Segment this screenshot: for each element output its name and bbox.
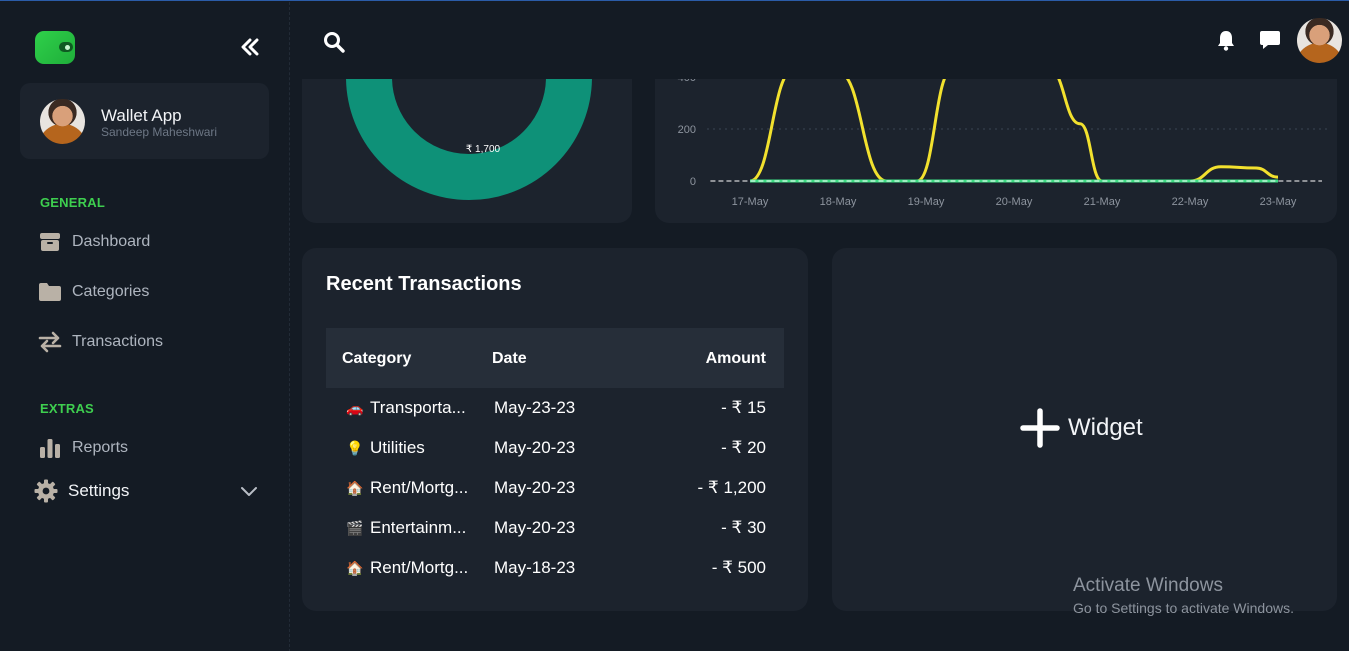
row-date: May-18-23 xyxy=(494,558,576,577)
avatar xyxy=(40,99,85,144)
profile-subtitle: Sandeep Maheshwari xyxy=(101,125,218,139)
sidebar-item-label: Categories xyxy=(72,283,150,300)
row-date: May-20-23 xyxy=(494,438,576,457)
x-tick-label: 22-May xyxy=(1172,196,1209,208)
table-header: Category Date Amount xyxy=(326,328,784,388)
recent-transactions-card: Recent Transactions Category Date Amount… xyxy=(302,248,808,611)
search-icon[interactable] xyxy=(323,31,345,53)
row-category: Entertainm... xyxy=(370,518,467,537)
table-row[interactable]: 💡 Utilities May-20-23 - ₹ 20 xyxy=(326,428,784,468)
add-widget-label: Widget xyxy=(1068,414,1143,441)
wallet-logo-icon[interactable] xyxy=(35,31,75,64)
section-label-extras: EXTRAS xyxy=(40,401,94,416)
row-category: Rent/Mortg... xyxy=(370,478,469,497)
series-line[interactable] xyxy=(749,79,1279,183)
x-tick-label: 17-May xyxy=(732,196,769,208)
add-widget-card: Widget xyxy=(832,248,1337,611)
y-tick-label: 0 xyxy=(690,176,696,188)
sidebar: Wallet App Sandeep Maheshwari GENERAL Da… xyxy=(0,2,290,651)
row-date: May-20-23 xyxy=(494,518,576,537)
sidebar-item-transactions[interactable]: Transactions xyxy=(38,330,163,354)
category-emoji: 🏠 xyxy=(346,480,364,496)
row-category: Transporta... xyxy=(370,398,466,417)
section-label-general: GENERAL xyxy=(40,195,105,210)
x-tick-label: 20-May xyxy=(996,196,1033,208)
x-tick-label: 21-May xyxy=(1084,196,1121,208)
donut-chart: ₹ 1,700 xyxy=(346,79,592,200)
topbar xyxy=(291,2,1349,79)
sidebar-item-label: Dashboard xyxy=(72,233,151,250)
sidebar-item-label: Reports xyxy=(72,439,129,456)
y-tick-label: 400 xyxy=(678,79,696,84)
line-chart: 0 200 400 17-May 18-May 19-May 20-May 21-May 22-… xyxy=(678,79,1327,208)
box-icon xyxy=(38,230,62,254)
plus-icon xyxy=(1020,408,1060,448)
sidebar-item-settings[interactable]: Settings xyxy=(34,479,129,503)
donut-label: ₹ 1,700 xyxy=(466,144,501,155)
donut-chart-card: ₹ 1,700 xyxy=(302,79,632,223)
bar-chart-icon xyxy=(38,436,62,460)
folder-icon xyxy=(38,280,62,304)
gear-icon xyxy=(34,479,58,503)
table-row[interactable]: 🏠 Rent/Mortg... May-20-23 - ₹ 1,200 xyxy=(326,468,784,508)
sidebar-item-label: Transactions xyxy=(72,333,163,350)
row-category: Utilities xyxy=(370,438,425,457)
column-header-date[interactable]: Date xyxy=(492,350,527,368)
column-header-amount[interactable]: Amount xyxy=(706,350,766,368)
row-category: Rent/Mortg... xyxy=(370,558,469,577)
double-chevron-left-icon xyxy=(241,38,259,56)
add-widget-button[interactable]: Widget xyxy=(1020,408,1143,448)
donut-slice[interactable] xyxy=(346,79,592,200)
sidebar-item-reports[interactable]: Reports xyxy=(38,436,128,460)
user-avatar[interactable] xyxy=(1297,18,1342,63)
row-amount: - ₹ 15 xyxy=(721,398,766,417)
windows-activation-watermark: Activate Windows Go to Settings to activ… xyxy=(1073,575,1294,616)
table-row[interactable]: 🚗 Transporta... May-23-23 - ₹ 15 xyxy=(326,388,784,428)
recent-transactions-title: Recent Transactions xyxy=(326,273,522,295)
sidebar-item-label: Settings xyxy=(68,481,130,500)
category-emoji: 🚗 xyxy=(346,400,364,416)
category-emoji: 🏠 xyxy=(346,560,364,576)
row-amount: - ₹ 500 xyxy=(711,558,766,577)
y-tick-label: 200 xyxy=(678,124,696,136)
category-emoji: 💡 xyxy=(346,440,364,456)
category-emoji: 🎬 xyxy=(346,520,364,536)
x-tick-label: 18-May xyxy=(820,196,857,208)
profile-name: Wallet App xyxy=(101,106,182,125)
row-amount: - ₹ 1,200 xyxy=(697,478,766,497)
row-amount: - ₹ 30 xyxy=(721,518,766,537)
arrows-exchange-icon xyxy=(38,330,62,354)
chat-icon[interactable] xyxy=(1259,29,1281,51)
collapse-sidebar-button[interactable] xyxy=(236,34,264,60)
x-tick-label: 23-May xyxy=(1260,196,1297,208)
table-row[interactable]: 🎬 Entertainm... May-20-23 - ₹ 30 xyxy=(326,508,784,548)
row-amount: - ₹ 20 xyxy=(721,438,766,457)
row-date: May-20-23 xyxy=(494,478,576,497)
bell-icon[interactable] xyxy=(1215,29,1237,51)
column-header-category[interactable]: Category xyxy=(342,350,411,368)
watermark-subtitle: Go to Settings to activate Windows. xyxy=(1073,600,1294,616)
profile-card[interactable]: Wallet App Sandeep Maheshwari xyxy=(20,83,269,159)
line-chart-card: 0 200 400 17-May 18-May 19-May 20-May 21-May 22-… xyxy=(655,79,1337,223)
table-row[interactable]: 🏠 Rent/Mortg... May-18-23 - ₹ 500 xyxy=(326,548,784,588)
chevron-down-icon[interactable] xyxy=(240,484,258,498)
watermark-title: Activate Windows xyxy=(1073,575,1223,596)
x-tick-label: 19-May xyxy=(908,196,945,208)
sidebar-item-categories[interactable]: Categories xyxy=(38,280,149,304)
sidebar-item-dashboard[interactable]: Dashboard xyxy=(38,230,150,254)
row-date: May-23-23 xyxy=(494,398,576,417)
